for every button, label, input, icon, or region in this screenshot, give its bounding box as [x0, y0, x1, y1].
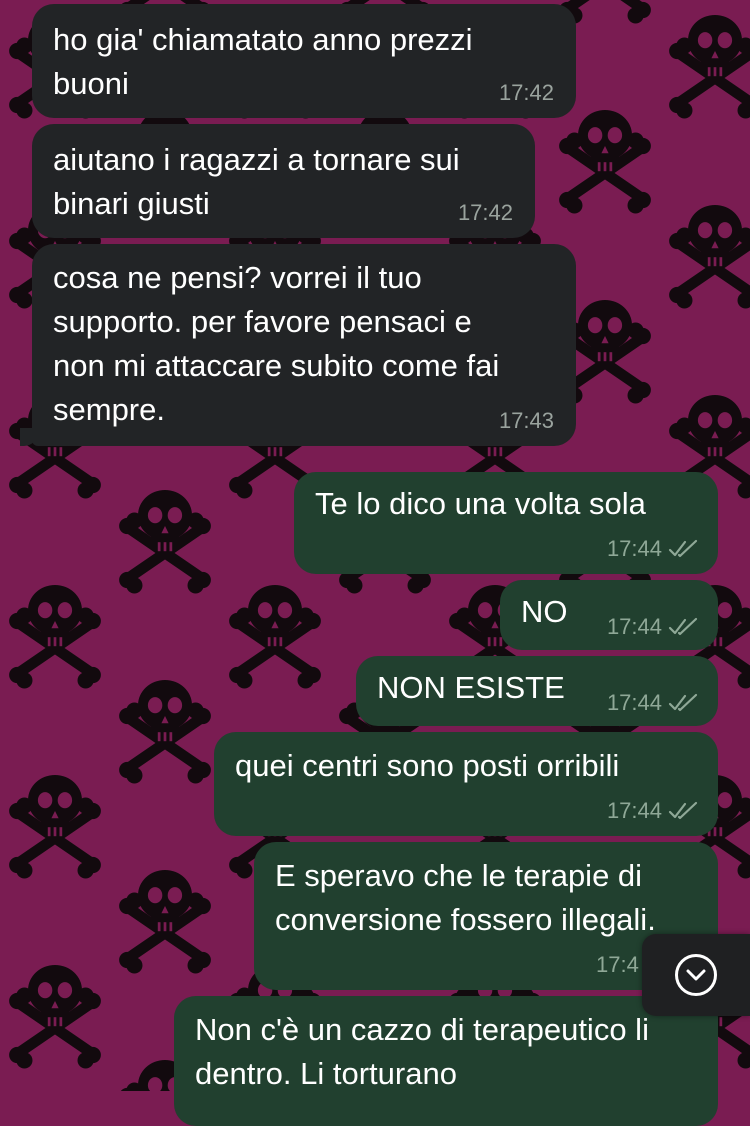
message-text: aiutano i ragazzi a tornare sui binari g…: [53, 142, 460, 221]
message-text: ho gia' chiamatato anno prezzi buoni: [53, 22, 473, 101]
message-incoming[interactable]: aiutano i ragazzi a tornare sui binari g…: [32, 124, 535, 238]
message-outgoing[interactable]: NON ESISTE 17:44: [356, 656, 718, 726]
read-receipt-icon: [668, 617, 698, 636]
chevron-down-icon: [675, 954, 717, 996]
message-text: quei centri sono posti orribili: [235, 748, 620, 783]
message-time: 17:44: [607, 798, 698, 824]
read-receipt-icon: [668, 539, 698, 558]
message-time: 17:4: [596, 952, 639, 977]
message-time: 17:42: [498, 80, 554, 105]
message-time: 17:43: [498, 408, 554, 433]
message-incoming[interactable]: ho gia' chiamatato anno prezzi buoni 17:…: [32, 4, 576, 118]
chat-messages[interactable]: ho gia' chiamatato anno prezzi buoni 17:…: [0, 0, 750, 1126]
message-outgoing[interactable]: Non c'è un cazzo di terapeutico li dentr…: [174, 996, 718, 1126]
read-receipt-icon: [668, 801, 698, 820]
message-time: 17:42: [457, 200, 513, 225]
message-incoming[interactable]: cosa ne pensi? vorrei il tuo supporto. p…: [32, 244, 576, 446]
message-text: NO: [521, 594, 568, 629]
message-outgoing[interactable]: NO 17:44: [500, 580, 718, 650]
message-time: 17:44: [607, 690, 698, 716]
message-outgoing[interactable]: Te lo dico una volta sola 17:44: [294, 472, 718, 574]
read-receipt-icon: [668, 693, 698, 712]
message-text: E speravo che le terapie di conversione …: [275, 858, 656, 937]
message-time: 17:44: [607, 536, 698, 562]
message-time: 17:44: [607, 614, 698, 640]
message-text: NON ESISTE: [377, 670, 565, 705]
message-outgoing[interactable]: quei centri sono posti orribili 17:44: [214, 732, 718, 836]
message-text: cosa ne pensi? vorrei il tuo supporto. p…: [53, 260, 500, 427]
scroll-to-bottom-button[interactable]: [642, 934, 750, 1016]
message-text: Non c'è un cazzo di terapeutico li dentr…: [195, 1012, 649, 1091]
message-text: Te lo dico una volta sola: [315, 486, 646, 521]
